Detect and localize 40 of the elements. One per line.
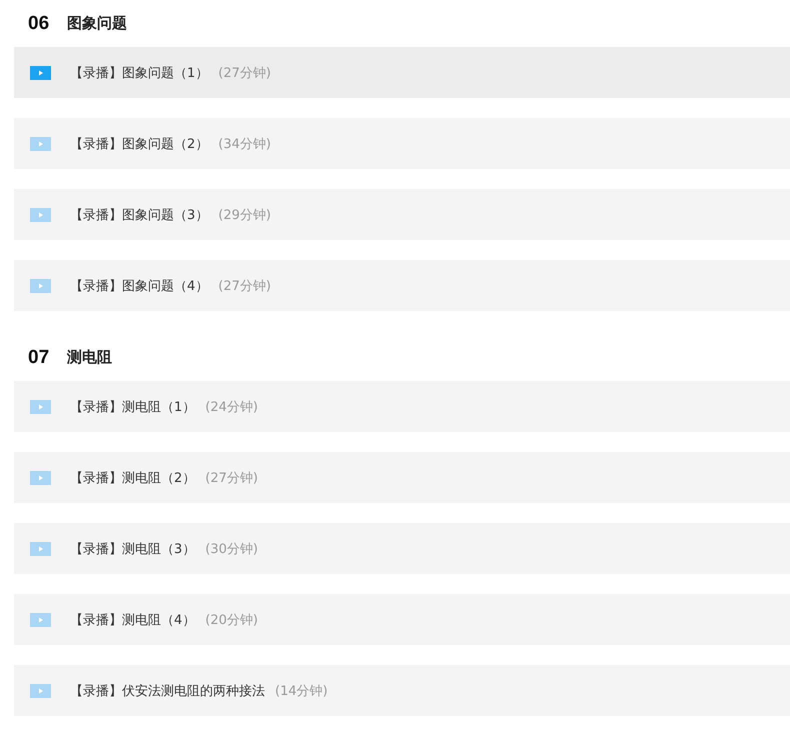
lesson-title: 【录播】图象问题（1） — [70, 64, 208, 82]
lesson-duration: (24分钟) — [205, 398, 258, 416]
lesson-duration: (29分钟) — [218, 206, 271, 224]
play-icon — [30, 208, 51, 222]
lesson-title: 【录播】测电阻（2） — [70, 470, 196, 486]
lesson-title: 【录播】测电阻（4） — [70, 612, 196, 628]
play-icon — [30, 136, 51, 150]
section-title: 图象问题 — [67, 14, 128, 33]
lesson-title: 【录播】测电阻（1） — [70, 398, 196, 416]
section-number: 06 — [28, 12, 50, 34]
lesson-row[interactable]: 【录播】图象问题（1） (27分钟) — [14, 47, 790, 98]
lesson-row[interactable]: 【录播】测电阻（1） (24分钟) — [14, 381, 790, 432]
play-icon — [30, 400, 51, 414]
lesson-row[interactable]: 【录播】测电阻（4） (20分钟) — [14, 594, 790, 645]
lesson-duration: (34分钟) — [218, 136, 271, 152]
lesson-title: 【录播】图象问题（3） — [70, 206, 208, 224]
play-icon — [30, 542, 51, 556]
lesson-duration: (14分钟) — [275, 682, 328, 700]
lesson-duration: (27分钟) — [218, 278, 271, 294]
lesson-row[interactable]: 【录播】伏安法测电阻的两种接法 (14分钟) — [14, 665, 790, 716]
lesson-row[interactable]: 【录播】测电阻（2） (27分钟) — [14, 452, 790, 503]
lesson-duration: (27分钟) — [218, 64, 271, 82]
lesson-duration: (30分钟) — [205, 540, 258, 558]
play-icon — [30, 612, 51, 626]
play-icon — [30, 470, 51, 484]
lesson-duration: (27分钟) — [205, 470, 258, 486]
lesson-row[interactable]: 【录播】图象问题（3） (29分钟) — [14, 189, 790, 240]
lesson-row[interactable]: 【录播】图象问题（2） (34分钟) — [14, 118, 790, 169]
lesson-title: 【录播】图象问题（4） — [70, 278, 208, 294]
play-icon — [30, 66, 51, 80]
lesson-row[interactable]: 【录播】图象问题（4） (27分钟) — [14, 260, 790, 311]
lesson-title: 【录播】测电阻（3） — [70, 540, 196, 558]
play-icon — [30, 278, 51, 292]
lesson-title: 【录播】伏安法测电阻的两种接法 — [70, 682, 265, 700]
lesson-title: 【录播】图象问题（2） — [70, 136, 208, 152]
lesson-duration: (20分钟) — [205, 612, 258, 628]
lesson-row[interactable]: 【录播】测电阻（3） (30分钟) — [14, 523, 790, 574]
section-title: 测电阻 — [67, 348, 112, 367]
play-icon — [30, 684, 51, 698]
section-number: 07 — [28, 346, 50, 368]
